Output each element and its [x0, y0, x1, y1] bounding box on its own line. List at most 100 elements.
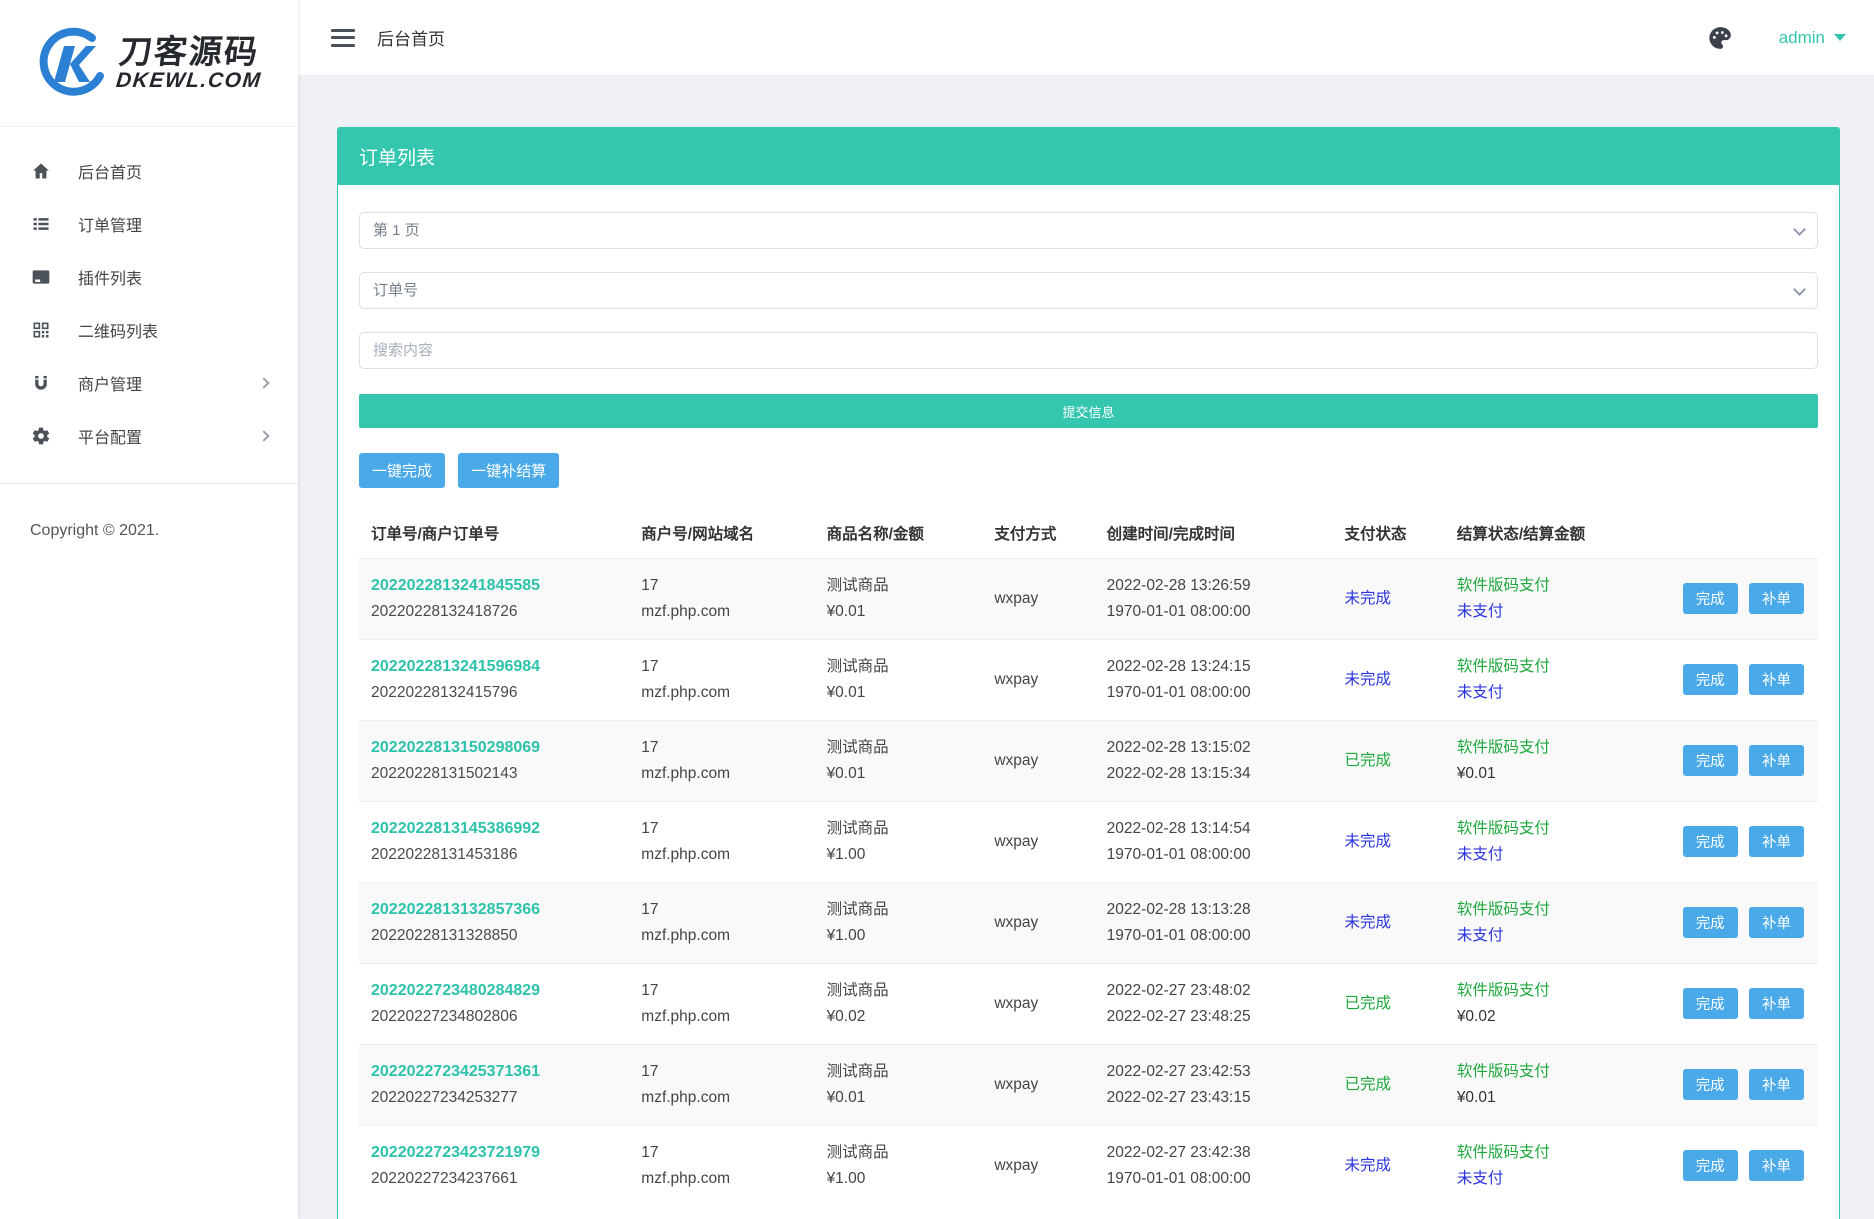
completed-time: 2022-02-27 23:48:25: [1107, 1004, 1329, 1030]
pay-method: wxpay: [994, 829, 1090, 855]
complete-button[interactable]: 完成: [1683, 745, 1738, 776]
complete-button[interactable]: 完成: [1683, 988, 1738, 1019]
product-amount: ¥0.01: [827, 599, 979, 625]
menu-toggle-icon[interactable]: [331, 29, 355, 47]
order-table: 订单号/商户订单号 商户号/网站域名 商品名称/金额 支付方式 创建时间/完成时…: [359, 510, 1818, 1206]
patch-order-button[interactable]: 补单: [1749, 583, 1804, 614]
col-header-pay-status: 支付状态: [1336, 510, 1448, 559]
merchant-id: 17: [641, 1059, 810, 1085]
col-header-time: 创建时间/完成时间: [1099, 510, 1337, 559]
sidebar-item-label: 插件列表: [78, 265, 268, 289]
merchant-domain: mzf.php.com: [641, 599, 810, 625]
merchant-order-number: 20220228132415796: [371, 680, 625, 706]
bulk-actions: 一键完成 一键补结算: [359, 453, 1818, 488]
sidebar-item-plugins[interactable]: 插件列表: [0, 254, 298, 300]
product-amount: ¥1.00: [827, 842, 979, 868]
merchant-order-number: 20220228131453186: [371, 842, 625, 868]
pay-status: 已完成: [1344, 752, 1391, 769]
settle-amount: 未支付: [1457, 1166, 1647, 1192]
merchant-id: 17: [641, 654, 810, 680]
brand-name-cn: 刀客源码: [118, 35, 267, 70]
search-input[interactable]: [359, 332, 1818, 369]
bulk-complete-button[interactable]: 一键完成: [359, 453, 445, 488]
settle-amount: 未支付: [1457, 842, 1647, 868]
sidebar-item-merchants[interactable]: 商户管理: [0, 360, 298, 406]
col-header-order-no: 订单号/商户订单号: [359, 510, 633, 559]
table-header-row: 订单号/商户订单号 商户号/网站域名 商品名称/金额 支付方式 创建时间/完成时…: [359, 510, 1818, 559]
pay-method: wxpay: [994, 991, 1090, 1017]
sidebar: 刀客源码 DKEWL.COM 后台首页 订单管理 插件列表 二: [0, 0, 298, 1219]
product-name: 测试商品: [827, 1140, 979, 1166]
order-number-link[interactable]: 2022022813150298069: [371, 735, 540, 761]
content-area: 订单列表 第 1 页 订单号 提交信息 一键完成: [298, 75, 1874, 1219]
brand-name-en: DKEWL.COM: [115, 69, 263, 91]
pay-status: 未完成: [1344, 671, 1391, 688]
sidebar-item-label: 订单管理: [78, 212, 268, 236]
panel-title: 订单列表: [338, 128, 1839, 185]
patch-order-button[interactable]: 补单: [1749, 907, 1804, 938]
search-field-select[interactable]: 订单号: [359, 272, 1818, 309]
complete-button[interactable]: 完成: [1683, 1150, 1738, 1181]
patch-order-button[interactable]: 补单: [1749, 826, 1804, 857]
theme-palette-icon[interactable]: [1707, 25, 1733, 51]
patch-order-button[interactable]: 补单: [1749, 988, 1804, 1019]
settle-amount: ¥0.01: [1457, 761, 1647, 787]
chevron-right-icon: [258, 430, 269, 441]
settle-type: 软件版码支付: [1457, 573, 1647, 599]
table-row: 2022022723423721979 20220227234237661 17…: [359, 1125, 1818, 1205]
sidebar-item-platform-config[interactable]: 平台配置: [0, 413, 298, 459]
created-time: 2022-02-27 23:42:38: [1107, 1140, 1329, 1166]
order-number-link[interactable]: 2022022723480284829: [371, 978, 540, 1004]
merchant-id: 17: [641, 573, 810, 599]
pay-status: 未完成: [1344, 833, 1391, 850]
order-number-link[interactable]: 2022022723425371361: [371, 1059, 540, 1085]
settle-type: 软件版码支付: [1457, 978, 1647, 1004]
complete-button[interactable]: 完成: [1683, 1069, 1738, 1100]
page-select[interactable]: 第 1 页: [359, 212, 1818, 249]
order-number-link[interactable]: 2022022813145386992: [371, 816, 540, 842]
product-amount: ¥0.01: [827, 1085, 979, 1111]
order-list-panel: 订单列表 第 1 页 订单号 提交信息 一键完成: [337, 127, 1840, 1219]
patch-order-button[interactable]: 补单: [1749, 1069, 1804, 1100]
sidebar-item-qrcodes[interactable]: 二维码列表: [0, 307, 298, 353]
order-number-link[interactable]: 2022022813132857366: [371, 897, 540, 923]
complete-button[interactable]: 完成: [1683, 907, 1738, 938]
pay-status: 未完成: [1344, 914, 1391, 931]
settle-type: 软件版码支付: [1457, 735, 1647, 761]
order-number-link[interactable]: 2022022813241845585: [371, 573, 540, 599]
merchant-domain: mzf.php.com: [641, 761, 810, 787]
user-dropdown[interactable]: admin: [1779, 28, 1846, 48]
created-time: 2022-02-28 13:14:54: [1107, 816, 1329, 842]
complete-button[interactable]: 完成: [1683, 826, 1738, 857]
settle-type: 软件版码支付: [1457, 816, 1647, 842]
complete-button[interactable]: 完成: [1683, 664, 1738, 695]
patch-order-button[interactable]: 补单: [1749, 664, 1804, 695]
completed-time: 1970-01-01 08:00:00: [1107, 680, 1329, 706]
sidebar-item-orders[interactable]: 订单管理: [0, 201, 298, 247]
completed-time: 1970-01-01 08:00:00: [1107, 842, 1329, 868]
bulk-settle-button[interactable]: 一键补结算: [458, 453, 559, 488]
chevron-right-icon: [258, 377, 269, 388]
completed-time: 2022-02-27 23:43:15: [1107, 1085, 1329, 1111]
merchant-order-number: 20220227234802806: [371, 1004, 625, 1030]
pay-method: wxpay: [994, 748, 1090, 774]
table-row: 2022022813145386992 20220228131453186 17…: [359, 801, 1818, 882]
col-header-merchant: 商户号/网站域名: [633, 510, 818, 559]
col-header-product: 商品名称/金额: [819, 510, 987, 559]
settle-type: 软件版码支付: [1457, 1059, 1647, 1085]
complete-button[interactable]: 完成: [1683, 583, 1738, 614]
copyright-text: Copyright © 2021.: [0, 484, 298, 540]
order-table-body: 2022022813241845585 20220228132418726 17…: [359, 559, 1818, 1206]
merchant-domain: mzf.php.com: [641, 842, 810, 868]
patch-order-button[interactable]: 补单: [1749, 745, 1804, 776]
merchant-magnet-icon: [30, 372, 52, 394]
product-name: 测试商品: [827, 816, 979, 842]
order-number-link[interactable]: 2022022723423721979: [371, 1140, 540, 1166]
table-row: 2022022813241596984 20220228132415796 17…: [359, 639, 1818, 720]
home-icon: [30, 160, 52, 182]
submit-button[interactable]: 提交信息: [359, 394, 1818, 428]
created-time: 2022-02-28 13:13:28: [1107, 897, 1329, 923]
patch-order-button[interactable]: 补单: [1749, 1150, 1804, 1181]
sidebar-item-home[interactable]: 后台首页: [0, 148, 298, 194]
order-number-link[interactable]: 2022022813241596984: [371, 654, 540, 680]
